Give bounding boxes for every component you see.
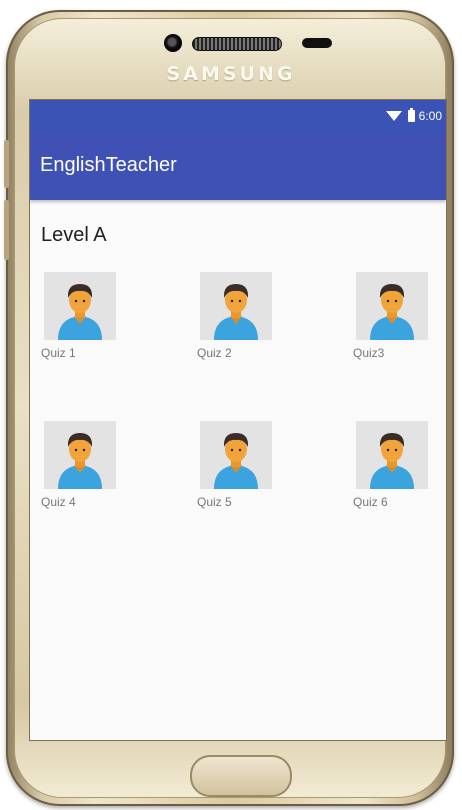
quiz-item[interactable]: Quiz 2 xyxy=(197,272,277,360)
level-title: Level A xyxy=(41,224,107,246)
status-icons: 6:00 xyxy=(385,108,442,123)
front-camera-icon xyxy=(164,34,182,52)
quiz-item[interactable]: Quiz 4 xyxy=(41,421,121,509)
device-screen: 6:00 EnglishTeacher Level A Quiz 1 Quiz … xyxy=(30,100,446,740)
person-avatar-icon[interactable] xyxy=(200,421,272,489)
person-avatar-icon[interactable] xyxy=(356,272,428,340)
quiz-label: Quiz 2 xyxy=(197,346,232,360)
person-avatar-icon[interactable] xyxy=(44,272,116,340)
person-avatar-icon[interactable] xyxy=(200,272,272,340)
quiz-label: Quiz3 xyxy=(353,346,385,360)
quiz-item[interactable]: Quiz 6 xyxy=(353,421,433,509)
proximity-sensor xyxy=(302,38,332,48)
status-bar: 6:00 xyxy=(30,100,446,132)
person-avatar-icon[interactable] xyxy=(44,421,116,489)
quiz-label: Quiz 4 xyxy=(41,495,76,509)
device-brand: SAMSUNG xyxy=(166,63,296,85)
home-button[interactable] xyxy=(190,755,292,797)
volume-up-button xyxy=(4,140,9,188)
status-time: 6:00 xyxy=(418,109,442,123)
earpiece-speaker xyxy=(192,37,282,51)
quiz-label: Quiz 1 xyxy=(41,346,76,360)
quiz-item[interactable]: Quiz 5 xyxy=(197,421,277,509)
quiz-label: Quiz 6 xyxy=(353,495,388,509)
battery-icon xyxy=(407,108,415,122)
quiz-item[interactable]: Quiz 1 xyxy=(41,272,121,360)
volume-down-button xyxy=(4,200,9,260)
quiz-label: Quiz 5 xyxy=(197,495,232,509)
app-bar: EnglishTeacher xyxy=(30,132,446,200)
quiz-item[interactable]: Quiz3 xyxy=(353,272,433,360)
person-avatar-icon[interactable] xyxy=(356,421,428,489)
wifi-icon xyxy=(385,111,402,121)
app-title: EnglishTeacher xyxy=(40,154,177,176)
